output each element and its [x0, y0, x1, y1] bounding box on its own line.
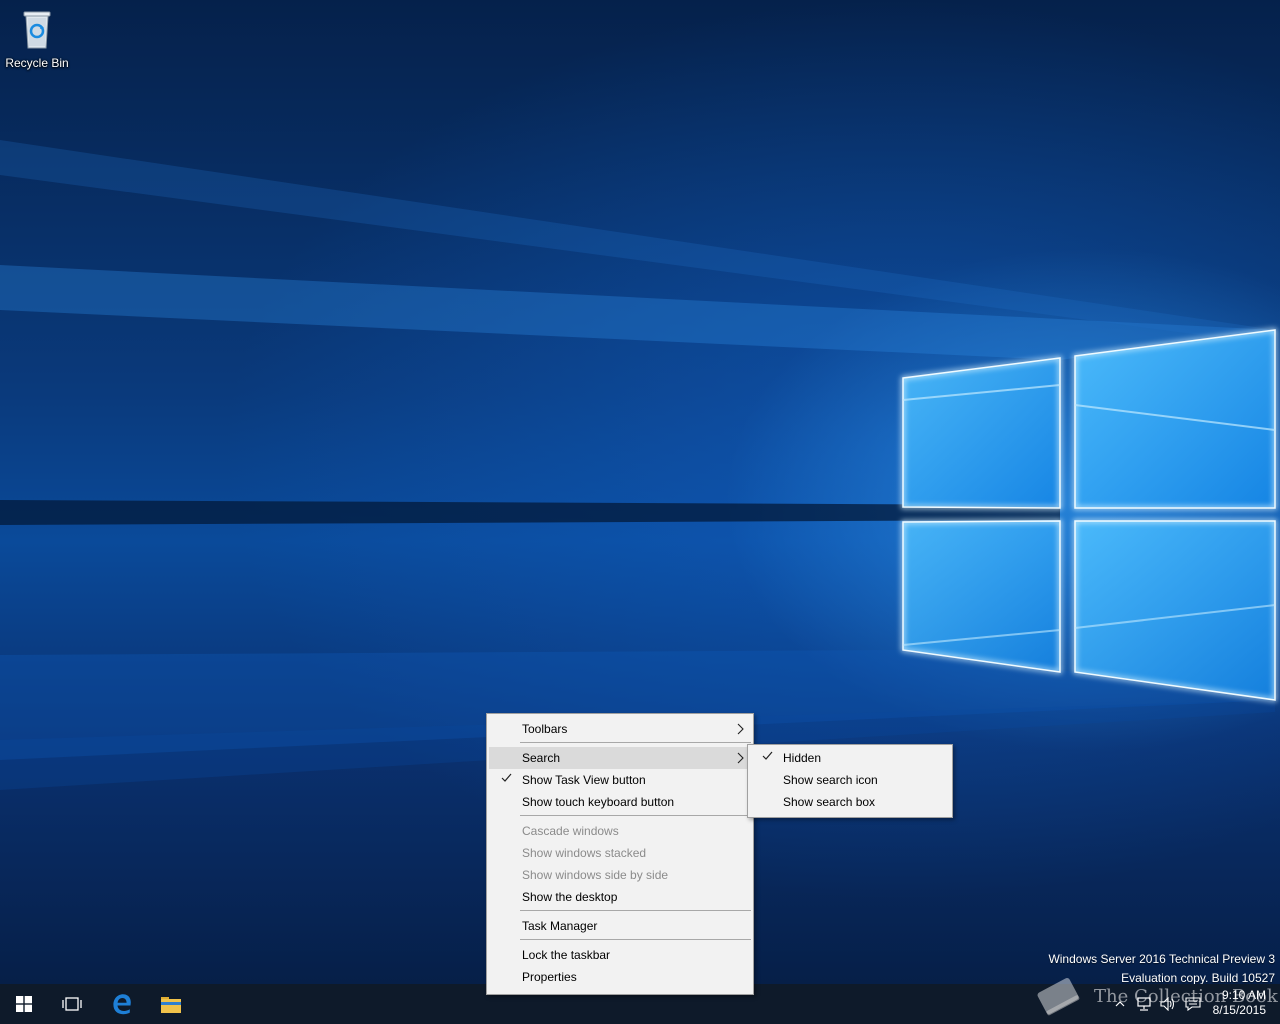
checkmark-icon — [501, 773, 512, 782]
recycle-bin-label: Recycle Bin — [5, 56, 69, 70]
task-view-button[interactable] — [48, 984, 96, 1024]
menu-item-show-task-view-button[interactable]: Show Task View button — [489, 769, 751, 791]
chevron-right-icon — [737, 752, 744, 764]
menu-separator — [520, 742, 751, 743]
menu-item-task-manager[interactable]: Task Manager — [489, 915, 751, 937]
taskbar-context-menu[interactable]: Toolbars Search Show Task View button Sh… — [486, 713, 754, 995]
start-button[interactable] — [0, 984, 48, 1024]
menu-separator — [520, 815, 751, 816]
brand-text: The Collection Book — [1094, 985, 1278, 1007]
menu-item-label: Show touch keyboard button — [522, 795, 675, 809]
submenu-item-show-search-box[interactable]: Show search box — [750, 791, 950, 813]
menu-item-toolbars[interactable]: Toolbars — [489, 718, 751, 740]
edge-button[interactable] — [98, 984, 146, 1024]
menu-item-show-the-desktop[interactable]: Show the desktop — [489, 886, 751, 908]
edge-icon — [113, 994, 131, 1015]
menu-item-label: Cascade windows — [522, 824, 619, 838]
file-explorer-icon — [161, 997, 181, 1013]
submenu-item-hidden[interactable]: Hidden — [750, 747, 950, 769]
menu-item-label: Show windows stacked — [522, 846, 647, 860]
search-submenu[interactable]: Hidden Show search icon Show search box — [747, 744, 953, 818]
menu-item-label: Search — [522, 751, 561, 765]
file-explorer-button[interactable] — [147, 984, 195, 1024]
menu-separator — [520, 939, 751, 940]
book-icon — [1037, 978, 1080, 1016]
menu-item-show-windows-side-by-side: Show windows side by side — [489, 864, 751, 886]
brand-watermark: The Collection Book — [1030, 972, 1278, 1020]
submenu-item-label: Show search box — [783, 795, 876, 809]
chevron-right-icon — [737, 723, 744, 735]
menu-item-show-touch-keyboard-button[interactable]: Show touch keyboard button — [489, 791, 751, 813]
task-view-icon — [62, 997, 82, 1011]
recycle-bin-shortcut[interactable]: Recycle Bin — [4, 6, 70, 70]
checkmark-icon — [762, 751, 773, 760]
menu-item-label: Properties — [522, 970, 577, 984]
submenu-item-label: Hidden — [783, 751, 822, 765]
menu-item-label: Show the desktop — [522, 890, 618, 904]
watermark-line-1: Windows Server 2016 Technical Preview 3 — [1048, 952, 1275, 966]
menu-item-label: Toolbars — [522, 722, 568, 736]
menu-separator — [520, 910, 751, 911]
menu-item-cascade-windows: Cascade windows — [489, 820, 751, 842]
recycle-bin-icon — [23, 11, 51, 49]
menu-item-label: Show Task View button — [522, 773, 646, 787]
menu-item-label: Lock the taskbar — [522, 948, 611, 962]
menu-item-label: Task Manager — [522, 919, 598, 933]
menu-item-show-windows-stacked: Show windows stacked — [489, 842, 751, 864]
start-icon — [16, 996, 32, 1012]
submenu-item-label: Show search icon — [783, 773, 878, 787]
menu-item-label: Show windows side by side — [522, 868, 669, 882]
menu-item-lock-the-taskbar[interactable]: Lock the taskbar — [489, 944, 751, 966]
menu-item-properties[interactable]: Properties — [489, 966, 751, 988]
menu-item-search[interactable]: Search — [489, 747, 751, 769]
submenu-item-show-search-icon[interactable]: Show search icon — [750, 769, 950, 791]
